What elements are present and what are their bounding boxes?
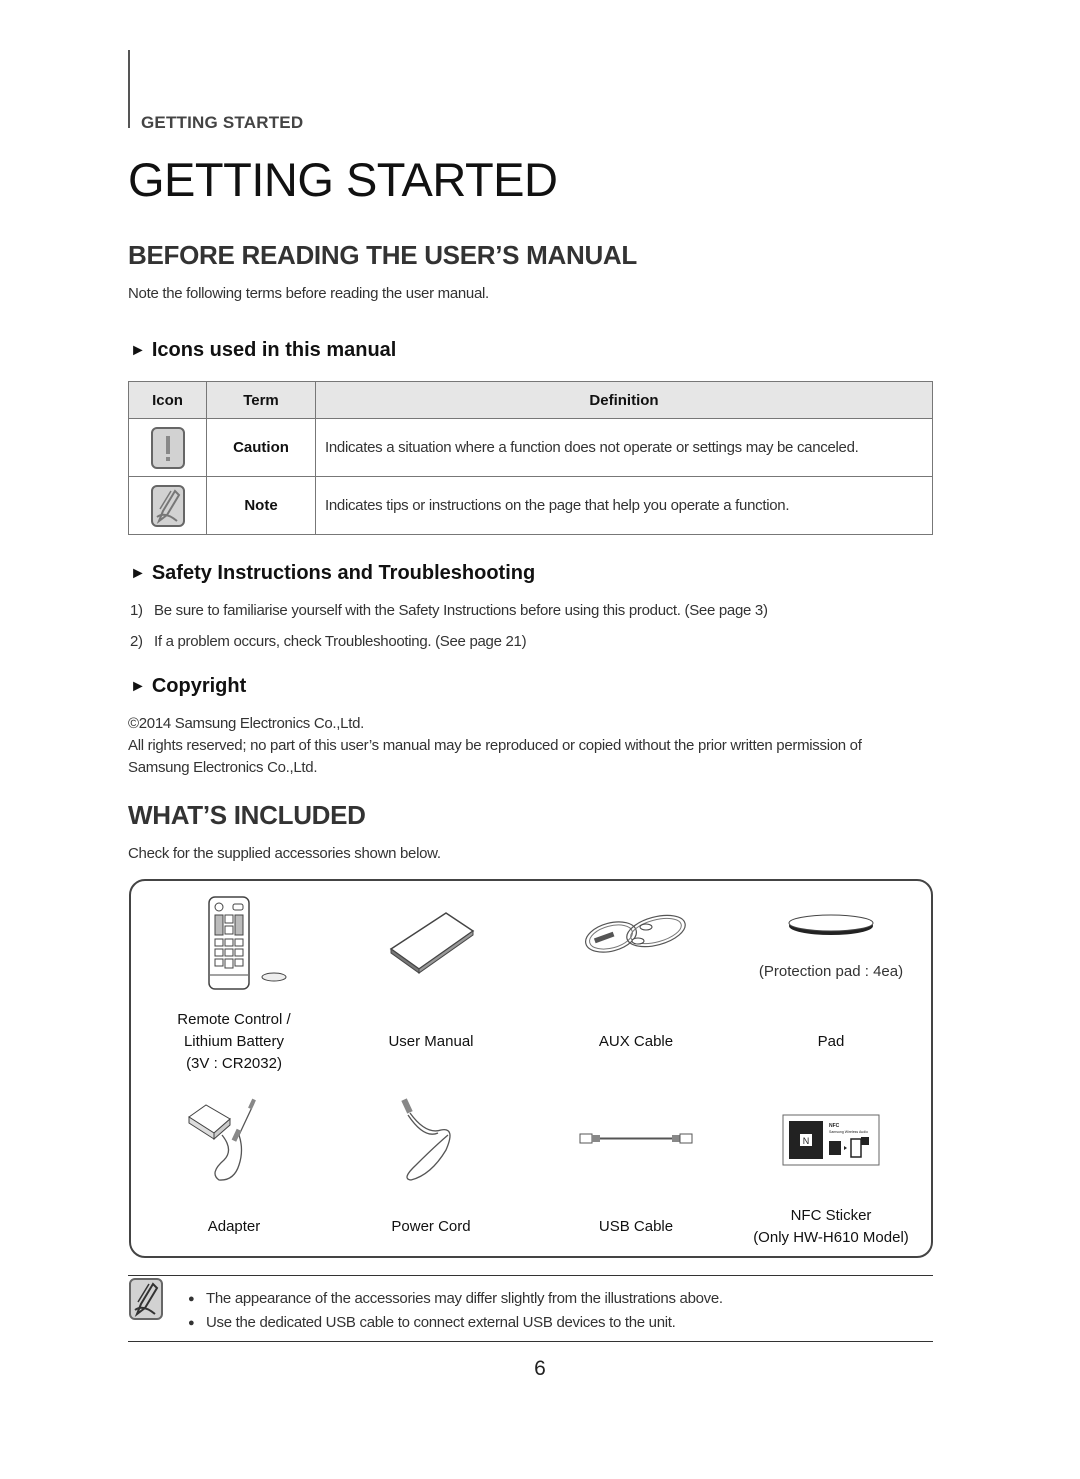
notes-bottom-divider <box>128 1341 933 1342</box>
accessory-label: AUX Cable <box>598 1033 674 1050</box>
copyright-line-3: Samsung Electronics Co.,Ltd. <box>128 759 318 776</box>
column-header-icon: Icon <box>128 381 207 419</box>
list-item: 1) Be sure to familiarise yourself with t… <box>130 602 768 619</box>
whats-included-heading: WHAT’S INCLUDED <box>128 800 366 830</box>
section-side-rule <box>128 50 130 128</box>
user-manual-icon <box>389 912 475 974</box>
before-reading-heading: BEFORE READING THE USER’S MANUAL <box>128 240 637 270</box>
column-header-definition: Definition <box>315 381 933 419</box>
section-label: GETTING STARTED <box>141 113 304 132</box>
copyright-section-title: Copyright <box>151 675 247 697</box>
list-item: 2) If a problem occurs, check Troubleshoo… <box>130 633 527 650</box>
icons-section-title: Icons used in this manual <box>151 339 397 361</box>
usb-cable-icon <box>579 1133 693 1144</box>
accessory-label: Pad <box>817 1033 845 1050</box>
copyright-section-heading: ► Copyright <box>130 675 246 698</box>
accessory-aux-cable <box>561 911 711 968</box>
triangle-right-icon: ► <box>130 341 146 359</box>
note-bullet: ● The appearance of the accessories may d… <box>188 1290 723 1307</box>
accessory-label: User Manual <box>388 1033 474 1050</box>
caution-icon <box>150 426 185 469</box>
accessory-label: Remote Control / Lithium Battery (3V : C… <box>177 1011 291 1072</box>
accessory-label: NFC Sticker (Only HW-H610 Model) <box>753 1207 909 1246</box>
accessory-nfc-sticker: N NFC Samsung Wireless Audio <box>756 1113 906 1174</box>
icons-table: Icon Term Definition Caution Indicates a… <box>128 381 933 535</box>
accessory-adapter <box>159 1095 309 1192</box>
power-cord-icon <box>401 1098 451 1181</box>
icons-section-heading: ► Icons used in this manual <box>130 339 396 362</box>
nfc-sticker-title: NFC <box>829 1123 840 1129</box>
nfc-sticker-n-mark: N <box>803 1136 810 1146</box>
pad-caption: (Protection pad : 4ea) <box>758 963 904 980</box>
accessory-usb-cable <box>561 1129 711 1156</box>
triangle-right-icon: ► <box>130 564 146 582</box>
adapter-icon <box>188 1098 256 1181</box>
table-row: Note Indicates tips or instructions on t… <box>128 476 933 535</box>
safety-section-heading: ► Safety Instructions and Troubleshootin… <box>130 562 535 585</box>
safety-section-title: Safety Instructions and Troubleshooting <box>151 562 536 584</box>
note-icon <box>129 1278 163 1320</box>
accessory-remote-control <box>159 895 309 1002</box>
table-header-row: Icon Term Definition <box>128 381 933 419</box>
term-note: Note <box>206 476 316 535</box>
pad-icon <box>788 914 874 935</box>
whats-included-intro: Check for the supplied accessories shown… <box>128 845 441 862</box>
before-reading-intro: Note the following terms before reading … <box>128 285 489 302</box>
page-title: GETTING STARTED <box>128 153 558 206</box>
nfc-sticker-icon: N NFC Samsung Wireless Audio <box>782 1114 880 1166</box>
accessory-label: Power Cord <box>391 1218 471 1235</box>
definition-caution: Indicates a situation where a function d… <box>315 418 933 477</box>
notes-top-divider <box>128 1275 933 1276</box>
copyright-line-1: ©2014 Samsung Electronics Co.,Ltd. <box>128 715 364 732</box>
page-number: 6 <box>534 1357 546 1380</box>
accessory-power-cord <box>356 1095 506 1192</box>
aux-cable-icon <box>585 914 686 953</box>
note-icon <box>150 484 185 527</box>
accessory-label: USB Cable <box>598 1218 674 1235</box>
remote-control-icon <box>208 896 287 990</box>
nfc-sticker-subtitle: Samsung Wireless Audio <box>829 1130 868 1134</box>
accessories-box: Remote Control / Lithium Battery (3V : C… <box>129 879 933 1258</box>
definition-note: Indicates tips or instructions on the pa… <box>315 476 933 535</box>
accessory-pad <box>741 911 921 948</box>
triangle-right-icon: ► <box>130 677 146 695</box>
term-caution: Caution <box>206 418 316 477</box>
accessory-label: Adapter <box>207 1218 261 1235</box>
column-header-term: Term <box>206 381 316 419</box>
note-bullet: ● Use the dedicated USB cable to connect … <box>188 1314 676 1331</box>
copyright-line-2: All rights reserved; no part of this use… <box>128 737 862 754</box>
table-row: Caution Indicates a situation where a fu… <box>128 418 933 477</box>
accessory-user-manual <box>356 911 506 988</box>
